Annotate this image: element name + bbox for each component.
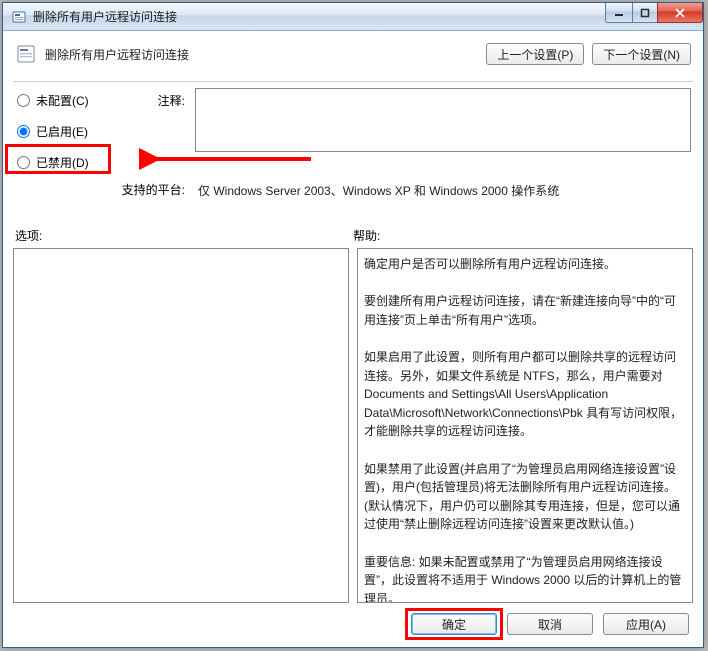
maximize-button[interactable] [632, 3, 658, 23]
platform-label: 支持的平台: [121, 177, 191, 217]
client-area: 删除所有用户远程访问连接 上一个设置(P) 下一个设置(N) 未配置(C) 已启… [3, 31, 703, 647]
radio-enabled-label: 已启用(E) [36, 123, 88, 140]
app-icon [11, 9, 27, 25]
header-row: 删除所有用户远程访问连接 上一个设置(P) 下一个设置(N) [13, 39, 693, 75]
options-pane[interactable] [13, 248, 349, 603]
prev-setting-button[interactable]: 上一个设置(P) [486, 43, 584, 65]
radio-not-configured-label: 未配置(C) [36, 92, 89, 109]
help-label: 帮助: [353, 227, 691, 244]
minimize-button[interactable] [605, 3, 633, 23]
radio-enabled[interactable]: 已启用(E) [17, 123, 117, 140]
next-setting-button[interactable]: 下一个设置(N) [592, 43, 691, 65]
help-pane[interactable] [357, 248, 693, 603]
bottom-row: 确定 取消 应用(A) [13, 603, 693, 637]
radio-disabled-input[interactable] [17, 156, 30, 169]
panes [13, 248, 693, 603]
close-button[interactable] [657, 3, 703, 23]
titlebar[interactable]: 删除所有用户远程访问连接 [3, 3, 703, 31]
window-buttons [606, 3, 703, 23]
window-title: 删除所有用户远程访问连接 [33, 8, 177, 25]
radio-disabled[interactable]: 已禁用(D) [17, 154, 117, 171]
divider-top [13, 81, 693, 82]
cancel-button[interactable]: 取消 [507, 613, 593, 635]
radio-disabled-label: 已禁用(D) [36, 154, 89, 171]
apply-button[interactable]: 应用(A) [603, 613, 689, 635]
dialog-window: 删除所有用户远程访问连接 [2, 2, 704, 648]
comment-input[interactable] [195, 88, 691, 152]
platform-text: 仅 Windows Server 2003、Windows XP 和 Windo… [195, 177, 691, 217]
ok-button[interactable]: 确定 [411, 613, 497, 635]
comment-label: 注释: [121, 88, 191, 171]
radio-not-configured[interactable]: 未配置(C) [17, 92, 117, 109]
header-title: 删除所有用户远程访问连接 [45, 46, 189, 63]
radio-not-configured-input[interactable] [17, 94, 30, 107]
settings-area: 未配置(C) 已启用(E) 已禁用(D) 注释: 支持的平台: 仅 Window… [13, 88, 693, 227]
policy-icon [15, 43, 37, 65]
options-label: 选项: [15, 227, 42, 244]
radio-enabled-input[interactable] [17, 125, 30, 138]
